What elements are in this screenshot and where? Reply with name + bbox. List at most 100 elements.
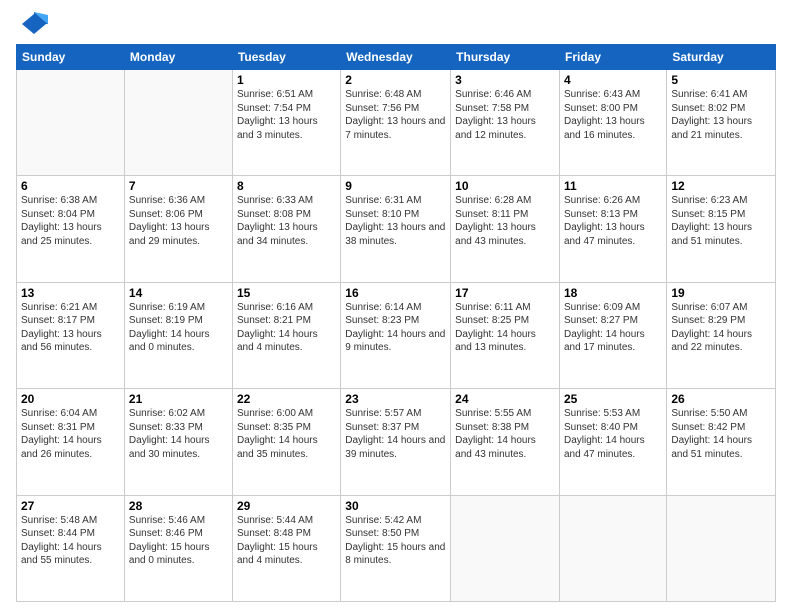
calendar-cell: 22Sunrise: 6:00 AM Sunset: 8:35 PM Dayli… [232,389,340,495]
day-number: 7 [129,179,228,193]
day-info: Sunrise: 6:36 AM Sunset: 8:06 PM Dayligh… [129,194,228,248]
day-info: Sunrise: 6:23 AM Sunset: 8:15 PM Dayligh… [671,194,771,248]
calendar-cell [667,495,776,601]
day-info: Sunrise: 6:33 AM Sunset: 8:08 PM Dayligh… [237,194,336,248]
day-number: 13 [21,286,120,300]
week-row-1: 6Sunrise: 6:38 AM Sunset: 8:04 PM Daylig… [17,176,776,282]
day-number: 19 [671,286,771,300]
calendar-cell: 25Sunrise: 5:53 AM Sunset: 8:40 PM Dayli… [560,389,667,495]
day-info: Sunrise: 6:19 AM Sunset: 8:19 PM Dayligh… [129,301,228,355]
week-row-3: 20Sunrise: 6:04 AM Sunset: 8:31 PM Dayli… [17,389,776,495]
day-info: Sunrise: 6:31 AM Sunset: 8:10 PM Dayligh… [345,194,446,248]
day-info: Sunrise: 5:44 AM Sunset: 8:48 PM Dayligh… [237,514,336,568]
calendar-cell: 13Sunrise: 6:21 AM Sunset: 8:17 PM Dayli… [17,282,125,388]
day-number: 24 [455,392,555,406]
calendar-cell: 27Sunrise: 5:48 AM Sunset: 8:44 PM Dayli… [17,495,125,601]
day-number: 16 [345,286,446,300]
day-number: 23 [345,392,446,406]
day-number: 26 [671,392,771,406]
calendar-cell: 11Sunrise: 6:26 AM Sunset: 8:13 PM Dayli… [560,176,667,282]
calendar-cell: 17Sunrise: 6:11 AM Sunset: 8:25 PM Dayli… [451,282,560,388]
day-number: 18 [564,286,662,300]
day-info: Sunrise: 6:41 AM Sunset: 8:02 PM Dayligh… [671,88,771,142]
day-number: 10 [455,179,555,193]
day-info: Sunrise: 6:07 AM Sunset: 8:29 PM Dayligh… [671,301,771,355]
calendar-cell [17,70,125,176]
calendar-cell [451,495,560,601]
day-number: 25 [564,392,662,406]
calendar-cell: 10Sunrise: 6:28 AM Sunset: 8:11 PM Dayli… [451,176,560,282]
day-number: 28 [129,499,228,513]
day-info: Sunrise: 6:48 AM Sunset: 7:56 PM Dayligh… [345,88,446,142]
day-info: Sunrise: 6:02 AM Sunset: 8:33 PM Dayligh… [129,407,228,461]
day-info: Sunrise: 5:48 AM Sunset: 8:44 PM Dayligh… [21,514,120,568]
week-row-0: 1Sunrise: 6:51 AM Sunset: 7:54 PM Daylig… [17,70,776,176]
weekday-header-friday: Friday [560,45,667,70]
calendar-cell: 2Sunrise: 6:48 AM Sunset: 7:56 PM Daylig… [341,70,451,176]
calendar-cell: 5Sunrise: 6:41 AM Sunset: 8:02 PM Daylig… [667,70,776,176]
logo-icon [20,10,48,38]
day-info: Sunrise: 6:21 AM Sunset: 8:17 PM Dayligh… [21,301,120,355]
calendar-cell: 14Sunrise: 6:19 AM Sunset: 8:19 PM Dayli… [124,282,232,388]
week-row-4: 27Sunrise: 5:48 AM Sunset: 8:44 PM Dayli… [17,495,776,601]
day-number: 29 [237,499,336,513]
calendar-table: SundayMondayTuesdayWednesdayThursdayFrid… [16,44,776,602]
calendar-cell: 1Sunrise: 6:51 AM Sunset: 7:54 PM Daylig… [232,70,340,176]
day-info: Sunrise: 6:00 AM Sunset: 8:35 PM Dayligh… [237,407,336,461]
weekday-header-monday: Monday [124,45,232,70]
calendar-cell: 29Sunrise: 5:44 AM Sunset: 8:48 PM Dayli… [232,495,340,601]
day-info: Sunrise: 6:38 AM Sunset: 8:04 PM Dayligh… [21,194,120,248]
header [16,10,776,38]
logo [16,10,48,38]
weekday-header-sunday: Sunday [17,45,125,70]
day-number: 14 [129,286,228,300]
day-number: 8 [237,179,336,193]
calendar-cell: 6Sunrise: 6:38 AM Sunset: 8:04 PM Daylig… [17,176,125,282]
calendar-cell: 8Sunrise: 6:33 AM Sunset: 8:08 PM Daylig… [232,176,340,282]
day-info: Sunrise: 6:43 AM Sunset: 8:00 PM Dayligh… [564,88,662,142]
calendar-cell: 19Sunrise: 6:07 AM Sunset: 8:29 PM Dayli… [667,282,776,388]
calendar-cell [560,495,667,601]
day-number: 5 [671,73,771,87]
day-number: 27 [21,499,120,513]
day-info: Sunrise: 6:09 AM Sunset: 8:27 PM Dayligh… [564,301,662,355]
calendar-cell: 4Sunrise: 6:43 AM Sunset: 8:00 PM Daylig… [560,70,667,176]
day-info: Sunrise: 6:04 AM Sunset: 8:31 PM Dayligh… [21,407,120,461]
calendar-cell: 20Sunrise: 6:04 AM Sunset: 8:31 PM Dayli… [17,389,125,495]
calendar-cell: 30Sunrise: 5:42 AM Sunset: 8:50 PM Dayli… [341,495,451,601]
day-number: 1 [237,73,336,87]
day-info: Sunrise: 5:53 AM Sunset: 8:40 PM Dayligh… [564,407,662,461]
calendar-cell: 26Sunrise: 5:50 AM Sunset: 8:42 PM Dayli… [667,389,776,495]
day-number: 15 [237,286,336,300]
calendar-cell: 28Sunrise: 5:46 AM Sunset: 8:46 PM Dayli… [124,495,232,601]
calendar-cell: 18Sunrise: 6:09 AM Sunset: 8:27 PM Dayli… [560,282,667,388]
day-number: 22 [237,392,336,406]
calendar-cell: 15Sunrise: 6:16 AM Sunset: 8:21 PM Dayli… [232,282,340,388]
day-info: Sunrise: 5:57 AM Sunset: 8:37 PM Dayligh… [345,407,446,461]
page: SundayMondayTuesdayWednesdayThursdayFrid… [0,0,792,612]
calendar-cell: 9Sunrise: 6:31 AM Sunset: 8:10 PM Daylig… [341,176,451,282]
day-number: 12 [671,179,771,193]
day-number: 11 [564,179,662,193]
day-number: 20 [21,392,120,406]
calendar-cell: 3Sunrise: 6:46 AM Sunset: 7:58 PM Daylig… [451,70,560,176]
day-info: Sunrise: 6:28 AM Sunset: 8:11 PM Dayligh… [455,194,555,248]
day-number: 21 [129,392,228,406]
day-info: Sunrise: 6:46 AM Sunset: 7:58 PM Dayligh… [455,88,555,142]
day-info: Sunrise: 5:42 AM Sunset: 8:50 PM Dayligh… [345,514,446,568]
day-info: Sunrise: 6:26 AM Sunset: 8:13 PM Dayligh… [564,194,662,248]
day-number: 9 [345,179,446,193]
day-info: Sunrise: 6:11 AM Sunset: 8:25 PM Dayligh… [455,301,555,355]
weekday-header-tuesday: Tuesday [232,45,340,70]
calendar-cell: 23Sunrise: 5:57 AM Sunset: 8:37 PM Dayli… [341,389,451,495]
day-info: Sunrise: 6:16 AM Sunset: 8:21 PM Dayligh… [237,301,336,355]
weekday-header-saturday: Saturday [667,45,776,70]
day-number: 4 [564,73,662,87]
day-number: 2 [345,73,446,87]
day-number: 3 [455,73,555,87]
day-info: Sunrise: 5:50 AM Sunset: 8:42 PM Dayligh… [671,407,771,461]
calendar-cell: 12Sunrise: 6:23 AM Sunset: 8:15 PM Dayli… [667,176,776,282]
weekday-header-thursday: Thursday [451,45,560,70]
day-number: 30 [345,499,446,513]
weekday-header-wednesday: Wednesday [341,45,451,70]
